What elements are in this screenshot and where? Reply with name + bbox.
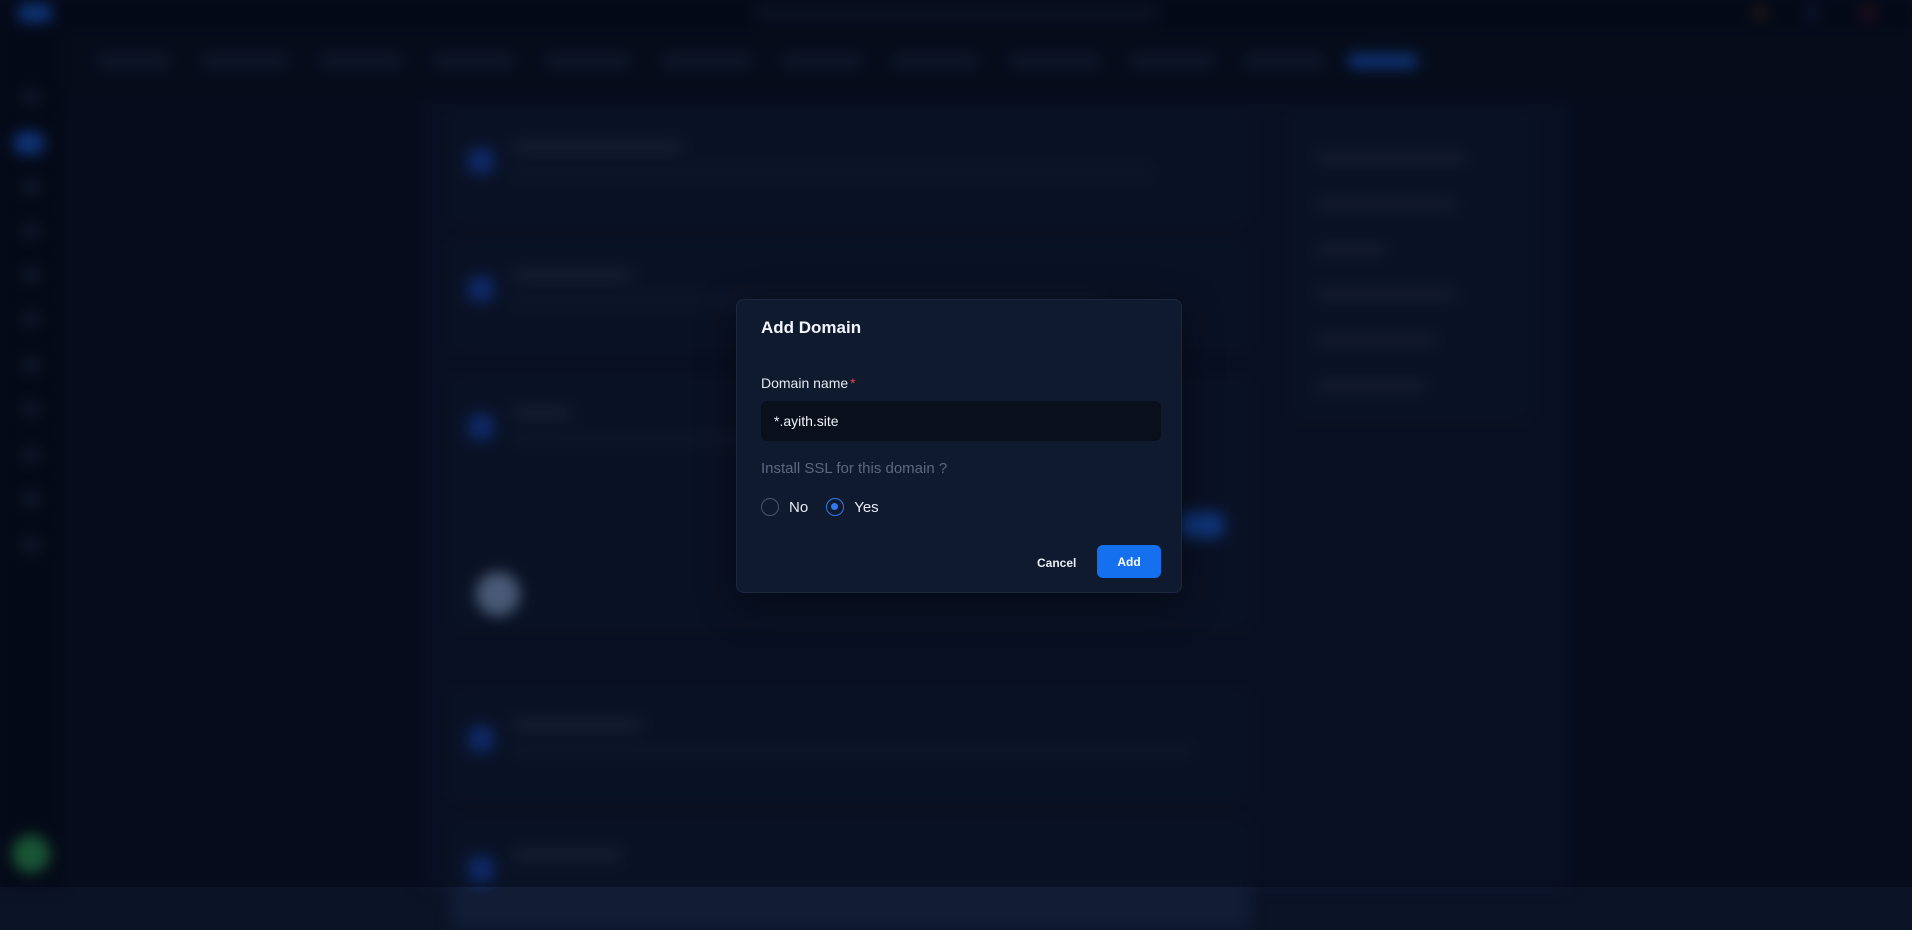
- radio-yes-label: Yes: [854, 498, 879, 516]
- domain-name-input[interactable]: [761, 401, 1161, 441]
- radio-no-label: No: [789, 498, 809, 516]
- radio-yes[interactable]: [826, 498, 845, 516]
- domain-name-label: Domain name *: [761, 375, 856, 391]
- ssl-radio-group: No Yes: [761, 498, 897, 516]
- ssl-question: Install SSL for this domain ?: [761, 460, 948, 477]
- ssl-option-yes[interactable]: Yes: [826, 498, 879, 516]
- dialog-title: Add Domain: [761, 318, 862, 337]
- add-button[interactable]: Add: [1097, 545, 1161, 578]
- radio-no[interactable]: [761, 498, 779, 516]
- required-marker: *: [850, 375, 856, 391]
- domain-name-label-text: Domain name: [761, 375, 849, 391]
- cancel-button[interactable]: Cancel: [1029, 546, 1084, 579]
- ssl-option-no[interactable]: No: [761, 498, 808, 516]
- add-domain-dialog: Add Domain Domain name* Install SSL for …: [736, 299, 1182, 593]
